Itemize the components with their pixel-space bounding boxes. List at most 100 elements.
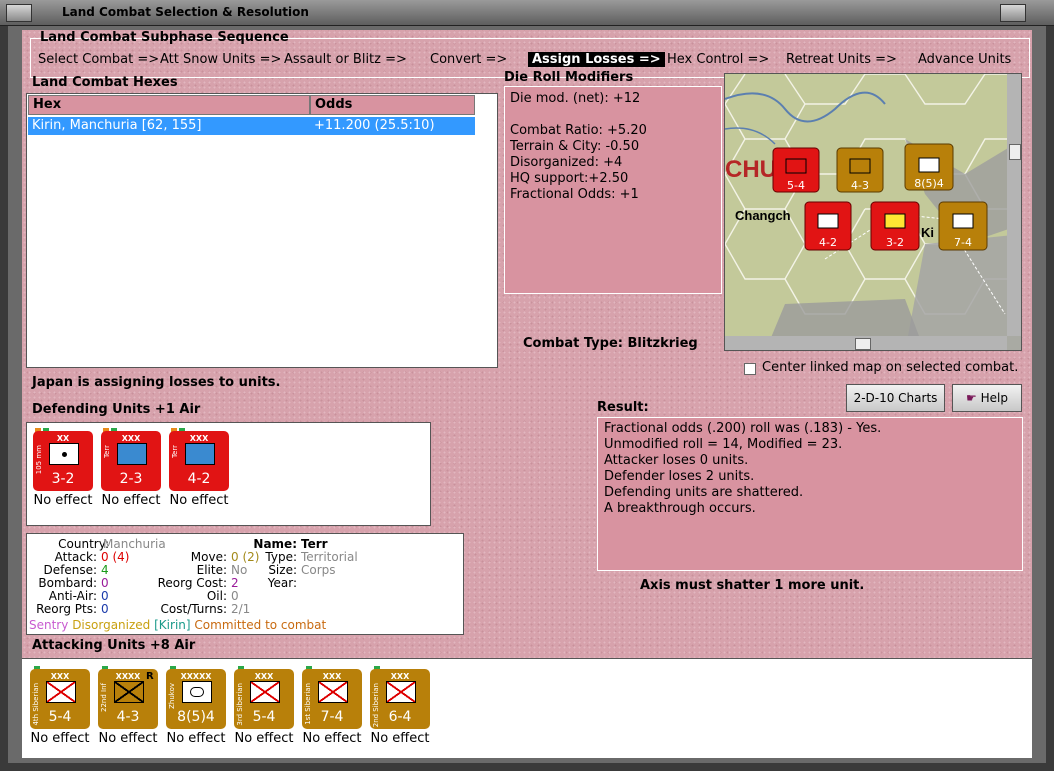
- map-label-region: CHU: [725, 156, 777, 183]
- system-menu-icon[interactable]: [6, 4, 32, 22]
- map-counter-strength: 5-4: [787, 179, 805, 192]
- unit-strength: 5-4: [252, 709, 276, 725]
- map-counter-defender[interactable]: 4-2: [804, 201, 852, 251]
- status-message: Japan is assigning losses to units.: [32, 375, 281, 390]
- attacking-units-panel: XXX 4th Siberian 5-4 No effect XXXX R 22…: [22, 658, 1032, 758]
- type-label: Type:: [265, 550, 297, 564]
- map-counter-defender[interactable]: 3-2: [870, 201, 920, 251]
- unit-counter: XX 105 mm 3-2: [33, 431, 93, 491]
- phase-assign-losses[interactable]: Assign Losses =>: [528, 52, 665, 67]
- result-line: Fractional odds (.200) roll was (.183) -…: [604, 421, 882, 436]
- unit-effect: No effect: [234, 731, 294, 746]
- linked-map[interactable]: CHU A Changch Ki 5-4 4-3 8: [724, 73, 1022, 351]
- phase-assault-or-blitz[interactable]: Assault or Blitz =>: [284, 52, 407, 67]
- unit-counter: XXX 3rd Siberian 5-4: [234, 669, 294, 729]
- unit-size: XXX: [254, 672, 274, 681]
- unit-name: 22nd Inf: [100, 683, 108, 712]
- type-value: Territorial: [301, 550, 358, 564]
- die-roll-line: Fractional Odds: +1: [510, 187, 639, 202]
- unit-flags: Sentry Disorganized [Kirin] Committed to…: [29, 618, 326, 632]
- map-label-city: Changch: [735, 208, 791, 223]
- unit-strength: 5-4: [48, 709, 72, 725]
- title-bar[interactable]: Land Combat Selection & Resolution: [0, 0, 1054, 26]
- result-line: A breakthrough occurs.: [604, 501, 756, 516]
- map-counter-attacker[interactable]: 7-4: [938, 201, 988, 251]
- cost-turns-value: 2/1: [231, 602, 251, 616]
- map-svg: CHU A Changch Ki 5-4 4-3 8: [725, 74, 1021, 350]
- oil-value: 0: [231, 589, 239, 603]
- unit-effect: No effect: [370, 731, 430, 746]
- minimize-button[interactable]: [1000, 4, 1026, 22]
- flag-sentry: Sentry: [29, 618, 69, 632]
- hex-cell: Kirin, Manchuria [62, 155]: [32, 118, 202, 133]
- help-button[interactable]: ☛ Help: [952, 384, 1022, 412]
- unit-info-panel: Country: Manchuria Attack: 0 (4) Defense…: [26, 533, 464, 635]
- map-counter-attacker[interactable]: 8(5)4: [904, 143, 954, 191]
- unit-effect: No effect: [33, 493, 93, 508]
- unit-name: Terr: [103, 445, 111, 459]
- map-counter-defender[interactable]: 5-4: [772, 147, 820, 193]
- unit-effect: No effect: [30, 731, 90, 746]
- antiair-label: Anti-Air:: [48, 589, 97, 603]
- infantry-symbol-icon: [386, 681, 416, 703]
- help-button-label: Help: [980, 391, 1008, 405]
- river: [725, 127, 776, 145]
- center-map-checkbox[interactable]: [744, 363, 756, 375]
- map-horizontal-scrollbar[interactable]: [725, 336, 1007, 350]
- map-counter-attacker[interactable]: 4-3: [836, 147, 884, 193]
- combat-type: Combat Type: Blitzkrieg: [523, 336, 698, 351]
- defending-title: Defending Units +1 Air: [32, 402, 201, 417]
- mountain-terrain: [905, 234, 1021, 350]
- name-label: Name:: [253, 537, 297, 551]
- unit-size: XXX: [189, 434, 209, 443]
- result-line: Defending units are shattered.: [604, 485, 804, 500]
- combat-window: Land Combat Selection & Resolution Land …: [0, 0, 1054, 771]
- size-value: Corps: [301, 563, 336, 577]
- map-counter-strength: 3-2: [886, 236, 904, 249]
- die-roll-line: Disorganized: +4: [510, 155, 623, 170]
- attacking-title: Attacking Units +8 Air: [32, 638, 196, 653]
- oil-label: Oil:: [206, 589, 227, 603]
- column-header-hex[interactable]: Hex: [28, 95, 310, 115]
- scroll-thumb[interactable]: [1009, 144, 1021, 160]
- cost-turns-label: Cost/Turns:: [160, 602, 227, 616]
- map-counter-strength: 7-4: [954, 236, 972, 249]
- unit-name: Terr: [171, 445, 179, 459]
- phase-select-combat[interactable]: Select Combat =>: [38, 52, 159, 67]
- charts-button[interactable]: 2-D-10 Charts: [846, 384, 945, 412]
- map-vertical-scrollbar[interactable]: [1007, 74, 1021, 336]
- scroll-thumb[interactable]: [855, 338, 871, 350]
- country-label: Country:: [58, 537, 109, 551]
- map-counter-strength: 4-2: [819, 236, 837, 249]
- country-value: Manchuria: [103, 537, 166, 551]
- attack-label: Attack:: [54, 550, 97, 564]
- unit-counter: XXX 1st Siberian 7-4: [302, 669, 362, 729]
- phase-advance-units[interactable]: Advance Units: [918, 52, 1011, 67]
- unit-counter: XXX 2nd Siberian 6-4: [370, 669, 430, 729]
- map-counter-strength: 4-3: [851, 179, 869, 192]
- unit-counter: XXX Terr 2-3: [101, 431, 161, 491]
- subphase-title: Land Combat Subphase Sequence: [40, 30, 289, 45]
- phase-hex-control[interactable]: Hex Control =>: [667, 52, 769, 67]
- result-title: Result:: [597, 400, 649, 415]
- unit-effect: No effect: [169, 493, 229, 508]
- phase-att-snow-units[interactable]: Att Snow Units =>: [160, 52, 281, 67]
- bombard-label: Bombard:: [38, 576, 97, 590]
- size-label: Size:: [268, 563, 297, 577]
- river: [725, 91, 886, 123]
- reorg-value: 0: [101, 602, 109, 616]
- die-roll-line: [510, 107, 716, 123]
- phase-convert[interactable]: Convert =>: [430, 52, 507, 67]
- infantry-symbol-icon: [46, 681, 76, 703]
- result-line: Unmodified roll = 14, Modified = 23.: [604, 437, 843, 452]
- hex-list[interactable]: Hex Odds Kirin, Manchuria [62, 155] +11.…: [26, 93, 498, 368]
- unit-counter: XXX 4th Siberian 5-4: [30, 669, 90, 729]
- odds-cell: +11.200 (25.5:10): [314, 118, 435, 133]
- table-row[interactable]: Kirin, Manchuria [62, 155] +11.200 (25.5…: [28, 117, 475, 135]
- unit-strength: 2-3: [119, 471, 143, 487]
- column-header-odds[interactable]: Odds: [310, 95, 475, 115]
- antiair-value: 0: [101, 589, 109, 603]
- phase-retreat-units[interactable]: Retreat Units =>: [786, 52, 897, 67]
- map-counter-strength: 8(5)4: [914, 177, 944, 190]
- die-roll-line: Combat Ratio: +5.20: [510, 123, 647, 138]
